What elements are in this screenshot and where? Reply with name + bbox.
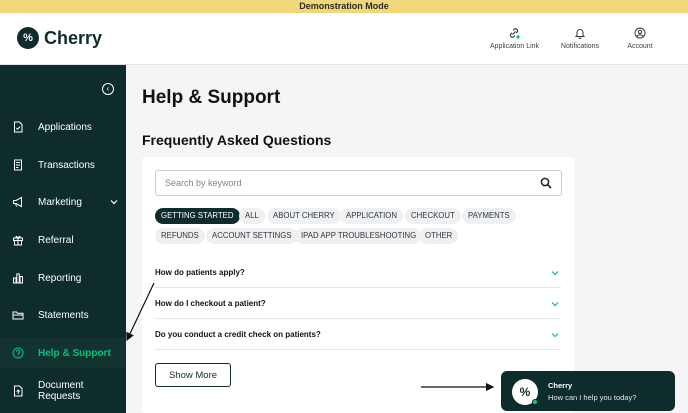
- chip-payments[interactable]: PAYMENTS: [462, 208, 516, 224]
- chip-account-settings[interactable]: ACCOUNT SETTINGS: [206, 228, 298, 244]
- link-icon: [509, 28, 520, 39]
- sidebar-item-referral[interactable]: Referral: [0, 225, 126, 255]
- document-upload-icon: [14, 385, 23, 397]
- bell-icon: [574, 29, 586, 39]
- collapse-sidebar-icon[interactable]: ‹: [102, 83, 114, 95]
- gift-icon: [13, 235, 23, 246]
- faq-heading: Frequently Asked Questions: [142, 132, 332, 148]
- chip-other[interactable]: OTHER: [419, 228, 459, 244]
- sidebar-item-transactions[interactable]: Transactions: [0, 150, 126, 180]
- search-icon[interactable]: [540, 177, 552, 189]
- application-link-button[interactable]: Application Link: [490, 27, 540, 50]
- folder-icon: [12, 311, 24, 320]
- sidebar-item-label: Applications: [38, 121, 92, 133]
- receipt-icon: [14, 159, 22, 171]
- chevron-down-icon[interactable]: [110, 198, 118, 206]
- chat-greeting: How can I help you today?: [548, 393, 637, 402]
- show-more-button[interactable]: Show More: [155, 363, 231, 387]
- chat-widget[interactable]: % Cherry How can I help you today?: [501, 371, 675, 411]
- faq-question: How do patients apply?: [155, 268, 245, 277]
- chevron-down-icon: [551, 333, 559, 338]
- sidebar-item-reporting[interactable]: Reporting: [0, 263, 126, 293]
- chip-about-cherry[interactable]: ABOUT CHERRY: [267, 208, 341, 224]
- top-bar: % Cherry Application Link Notifications: [0, 13, 688, 65]
- page-title: Help & Support: [142, 87, 281, 108]
- faq-item[interactable]: Do you conduct a credit check on patient…: [155, 319, 561, 350]
- search-input[interactable]: [156, 171, 516, 195]
- sidebar-item-label: Reporting: [38, 272, 82, 284]
- sidebar-item-applications[interactable]: Applications: [0, 112, 126, 142]
- chip-refunds[interactable]: REFUNDS: [155, 228, 205, 244]
- sidebar-item-help-support[interactable]: Help & Support: [0, 338, 126, 368]
- online-status-dot: [532, 399, 538, 405]
- search-box: [155, 170, 562, 196]
- sidebar-item-label: Statements: [38, 309, 89, 321]
- chip-ipad-app-troubleshooting[interactable]: IPAD APP TROUBLESHOOTING: [295, 228, 423, 244]
- help-circle-icon: [12, 347, 24, 359]
- sidebar-item-document-requests[interactable]: Document Requests: [0, 376, 126, 406]
- application-link-label: Application Link: [490, 43, 540, 50]
- chevron-down-icon: [551, 302, 559, 307]
- sidebar-item-label: Help & Support: [38, 347, 111, 359]
- notifications-button[interactable]: Notifications: [558, 27, 602, 50]
- demonstration-mode-banner: Demonstration Mode: [0, 0, 688, 13]
- notifications-label: Notifications: [560, 43, 600, 50]
- faq-item[interactable]: How do patients apply?: [155, 257, 561, 288]
- faq-question: How do I checkout a patient?: [155, 299, 266, 308]
- chip-getting-started[interactable]: GETTING STARTED: [155, 208, 240, 224]
- megaphone-icon: [13, 196, 22, 208]
- sidebar-item-label: Document Requests: [38, 380, 84, 402]
- sidebar-item-label: Transactions: [38, 159, 95, 171]
- sidebar-item-statements[interactable]: Statements: [0, 300, 126, 330]
- sidebar-item-label: Referral: [38, 234, 74, 246]
- document-check-icon: [14, 121, 23, 133]
- sidebar-item-label: Marketing: [38, 196, 82, 208]
- account-button[interactable]: Account: [625, 27, 655, 50]
- chip-application[interactable]: APPLICATION: [340, 208, 403, 224]
- account-label: Account: [627, 43, 653, 50]
- sidebar-item-marketing[interactable]: Marketing: [0, 187, 126, 217]
- sidebar: ‹ Applications Transactions Marketing Re…: [0, 65, 126, 413]
- bar-chart-icon: [13, 273, 23, 284]
- chat-agent-name: Cherry: [548, 381, 573, 390]
- chip-checkout[interactable]: CHECKOUT: [405, 208, 461, 224]
- cherry-logo-mark: %: [17, 27, 39, 49]
- cherry-logo[interactable]: % Cherry: [17, 27, 102, 49]
- faq-question: Do you conduct a credit check on patient…: [155, 330, 321, 339]
- faq-item[interactable]: How do I checkout a patient?: [155, 288, 561, 319]
- chip-all[interactable]: ALL: [239, 208, 265, 224]
- chevron-down-icon: [551, 271, 559, 276]
- brand-name: Cherry: [44, 27, 103, 48]
- user-circle-icon: [634, 27, 646, 39]
